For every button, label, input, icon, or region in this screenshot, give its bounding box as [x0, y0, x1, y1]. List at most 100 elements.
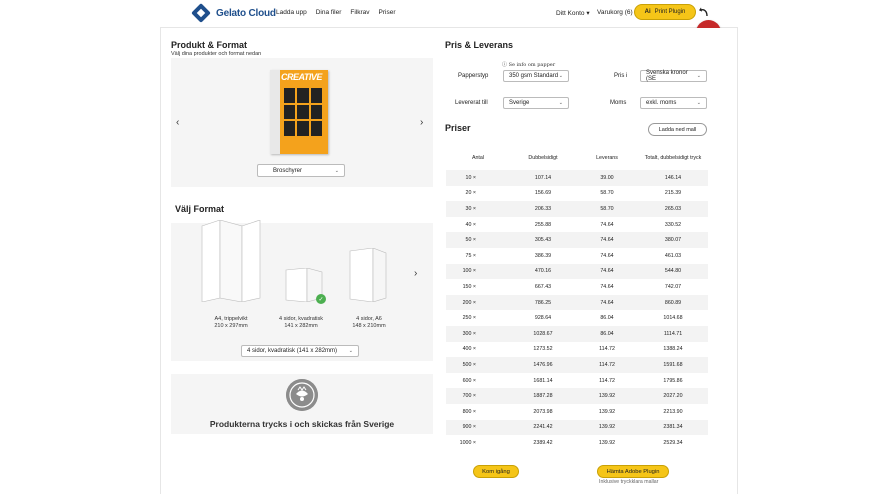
currency-value: Svenska kronor (SE — [646, 70, 688, 82]
total-cell: 2381.34 — [663, 424, 683, 431]
brand-name: Gelato Cloud — [216, 7, 276, 19]
delivery-cell: 39.00 — [600, 174, 614, 181]
double-sided-cell: 928.64 — [534, 315, 552, 322]
table-row: 250 × 928.64 86.04 1014.68 — [446, 310, 708, 326]
get-adobe-plugin-button[interactable]: Hämta Adobe Plugin — [597, 465, 669, 478]
download-template-button[interactable]: Ladda ned mall — [648, 123, 707, 136]
vat-label: Moms — [610, 100, 627, 106]
quantity-cell: 200 × — [462, 299, 476, 306]
delivery-cell: 139.92 — [598, 393, 616, 400]
main-nav: Ladda upp Dina filer Filkrav Priser — [276, 9, 396, 16]
nav-item-files[interactable]: Dina filer — [316, 9, 342, 16]
delivery-cell: 114.72 — [599, 346, 615, 353]
format-option-square[interactable]: 4 sidor, kvadratisk 141 x 282mm — [266, 316, 336, 331]
carousel-next-icon[interactable]: › — [420, 117, 423, 128]
product-heading: Produkt & Format — [171, 40, 248, 50]
vat-select[interactable]: exkl. moms ⌄ — [640, 97, 707, 109]
country-select[interactable]: Sverige ⌄ — [503, 97, 569, 109]
total-cell: 860.89 — [664, 299, 682, 306]
account-menu[interactable]: Ditt Konto ▾ — [556, 9, 590, 17]
chevron-down-icon: ⌄ — [558, 100, 563, 106]
format-trifold-image[interactable] — [200, 220, 262, 302]
delivery-cell: 86.04 — [600, 330, 614, 337]
quantity-cell: 100 × — [462, 268, 476, 275]
format-option-trifold[interactable]: A4, trippelvikt 210 x 297mm — [196, 316, 266, 331]
double-sided-cell: 2073.98 — [533, 408, 553, 415]
quantity-cell: 20 × — [465, 190, 476, 197]
double-sided-cell: 1887.28 — [533, 393, 553, 400]
info-icon: ⓘ — [502, 62, 508, 68]
delivery-cell: 139.92 — [598, 424, 616, 431]
print-plugin-button[interactable]: Ai Print Plugin — [634, 4, 696, 20]
delivery-cell: 58.70 — [600, 205, 614, 212]
quantity-cell: 800 × — [462, 408, 476, 415]
double-sided-cell: 156.69 — [534, 190, 552, 197]
table-row: 100 × 470.16 74.64 544.80 — [446, 263, 708, 280]
table-row: 40 × 255.88 74.64 330.52 — [446, 217, 708, 233]
format-select-value: 4 sidor, kvadratisk (141 x 282mm) — [247, 348, 338, 354]
table-row: 800 × 2073.98 139.92 2213.90 — [446, 404, 708, 420]
delivery-cell: 74.64 — [600, 299, 614, 306]
delivery-cell: 86.04 — [600, 315, 614, 322]
product-type-value: Broschyrer — [273, 167, 303, 174]
product-type-select[interactable]: Broschyrer ⌄ — [257, 164, 345, 177]
nav-item-upload[interactable]: Ladda upp — [276, 9, 307, 16]
table-row: 1000 × 2389.42 139.92 2529.34 — [446, 435, 708, 451]
top-navigation: Gelato Cloud Ladda upp Dina filer Filkra… — [160, 0, 738, 28]
total-cell: 1591.68 — [663, 361, 683, 368]
carousel-prev-icon[interactable]: ‹ — [176, 117, 179, 128]
delivery-cell: 74.64 — [600, 268, 614, 275]
format-next-icon[interactable]: › — [414, 268, 417, 279]
table-row: 50 × 305.43 74.64 380.07 — [446, 232, 708, 248]
vat-value: exkl. moms — [646, 100, 677, 106]
price-in-label: Pris i — [614, 73, 628, 79]
table-row: 150 × 667.43 74.64 742.07 — [446, 279, 708, 295]
table-row: 75 × 386.39 74.64 461.03 — [446, 248, 708, 264]
nav-item-prices[interactable]: Priser — [379, 9, 396, 16]
quantity-cell: 400 × — [462, 346, 476, 353]
total-cell: 1795.86 — [663, 377, 683, 384]
column-header-double-sided: Dubbelsidigt — [528, 155, 558, 162]
nav-item-file-requirements[interactable]: Filkrav — [350, 9, 369, 16]
delivery-cell: 74.64 — [600, 237, 614, 244]
chevron-down-icon: ⌄ — [558, 73, 563, 79]
column-header-quantity: Antal — [471, 155, 485, 162]
delivered-to-label: Levererat till — [455, 100, 488, 106]
quantity-cell: 1000 × — [459, 439, 476, 446]
total-cell: 1388.24 — [663, 346, 683, 353]
total-cell: 2027.20 — [663, 393, 683, 400]
paper-info-link[interactable]: ⓘ Se info om papper — [502, 61, 555, 68]
quantity-cell: 30 × — [465, 205, 476, 212]
pricing-heading: Pris & Leverans — [445, 40, 514, 50]
table-row: 300 × 1028.67 86.04 1114.71 — [446, 325, 708, 342]
country-value: Sverige — [509, 100, 530, 106]
format-a6-image[interactable] — [349, 248, 387, 302]
delivery-cell: 74.64 — [600, 252, 614, 259]
price-table-header: Antal Dubbelsidigt Leverans Totalt, dubb… — [446, 148, 708, 170]
double-sided-cell: 386.39 — [534, 252, 552, 259]
total-cell: 330.52 — [664, 221, 682, 228]
total-cell: 2213.90 — [663, 408, 683, 415]
format-select[interactable]: 4 sidor, kvadratisk (141 x 282mm) ⌄ — [241, 345, 359, 357]
quantity-cell: 10 × — [465, 174, 476, 181]
quantity-cell: 150 × — [462, 283, 476, 290]
get-started-button[interactable]: Kom igång — [473, 465, 519, 478]
total-cell: 265.03 — [664, 205, 682, 212]
table-row: 700 × 1887.28 139.92 2027.20 — [446, 388, 708, 404]
cart-link[interactable]: Varukorg (6) — [597, 9, 633, 16]
double-sided-cell: 786.25 — [534, 299, 552, 306]
format-option-a6[interactable]: 4 sidor, A6 148 x 210mm — [334, 316, 404, 331]
total-cell: 1114.71 — [663, 330, 683, 337]
logo[interactable]: Gelato Cloud — [191, 3, 276, 23]
double-sided-cell: 2241.42 — [533, 424, 553, 431]
total-cell: 146.14 — [664, 174, 682, 181]
adobe-plugin-note: Inklusive tryckklara mallar — [599, 479, 659, 485]
paper-type-label: Papperstyp — [458, 73, 489, 79]
double-sided-cell: 305.43 — [534, 237, 552, 244]
total-cell: 1014.68 — [663, 315, 683, 322]
price-table: Antal Dubbelsidigt Leverans Totalt, dubb… — [446, 148, 708, 451]
currency-select[interactable]: Svenska kronor (SE ⌄ — [640, 70, 707, 82]
column-header-delivery: Leverans — [596, 155, 618, 162]
postnord-logo-icon — [286, 379, 318, 411]
paper-type-select[interactable]: 350 gsm Standard ⌄ — [503, 70, 569, 82]
